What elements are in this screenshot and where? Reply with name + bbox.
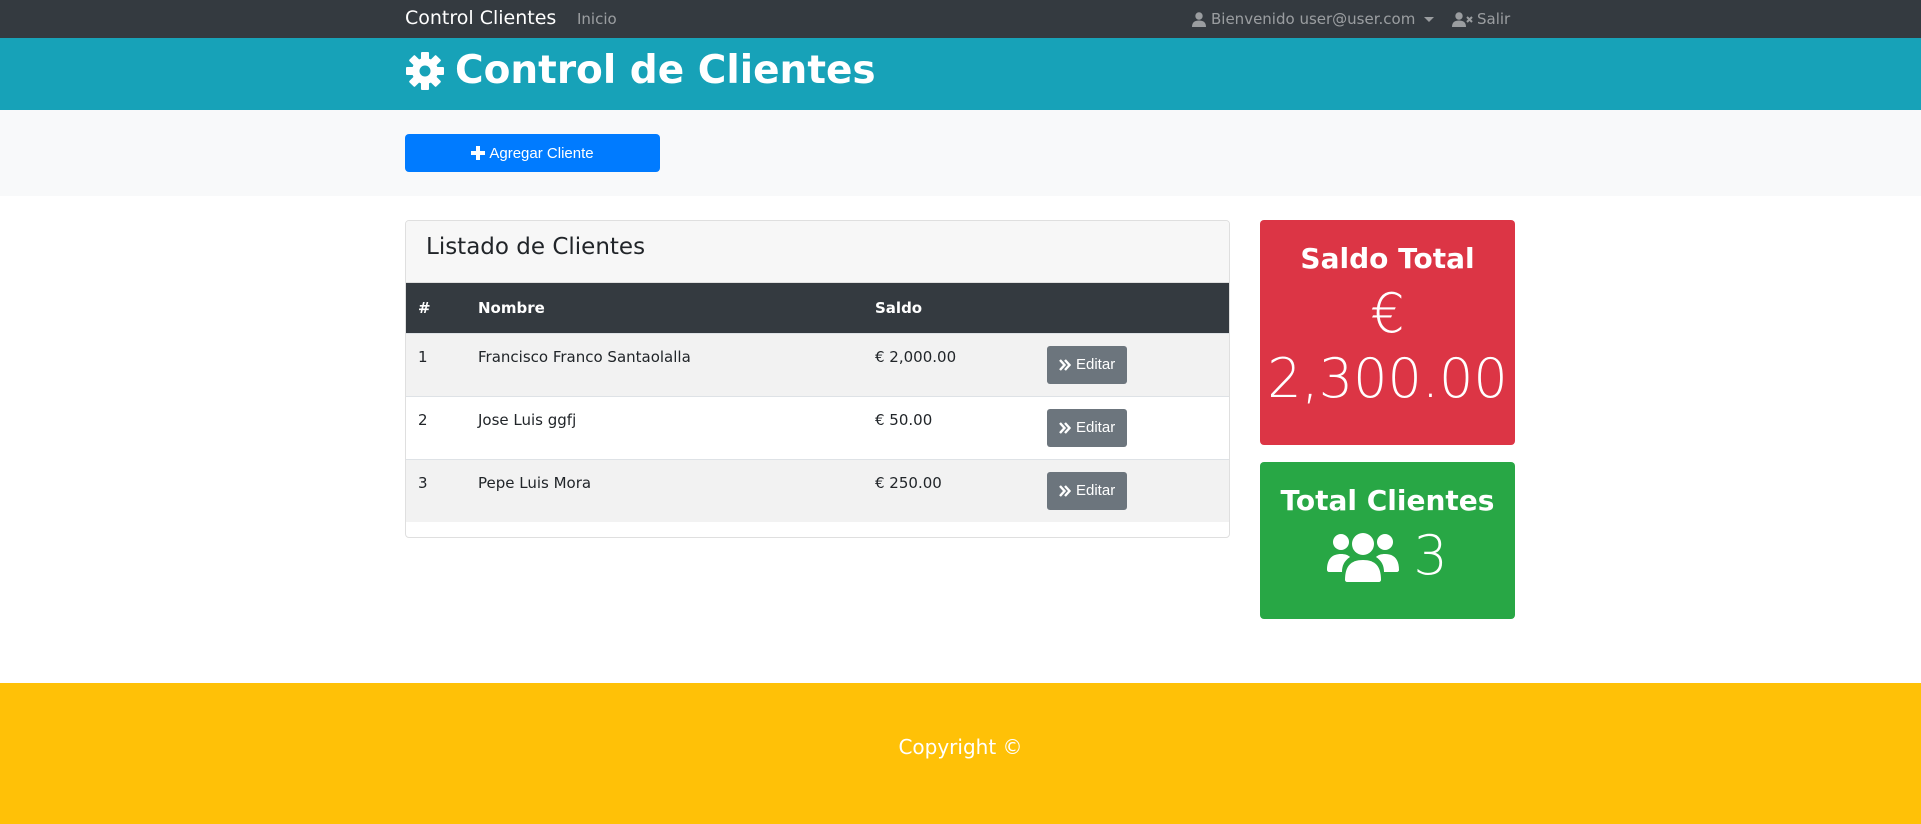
user-label: Bienvenido user@user.com [1211, 10, 1416, 28]
column-header-saldo: Saldo [875, 298, 923, 317]
cell-nombre: Jose Luis ggfj [478, 410, 577, 429]
saldo-total-card: Saldo Total € 2,300.00 [1260, 220, 1515, 445]
cell-nombre: Pepe Luis Mora [478, 473, 592, 492]
table-row: 2 Jose Luis ggfj € 50.00 Editar [406, 396, 1229, 459]
double-angle-right-icon [1059, 484, 1071, 497]
cell-actions: Editar [1035, 333, 1229, 396]
add-client-label: Agregar Cliente [489, 144, 594, 162]
plus-icon [471, 146, 486, 160]
cell-saldo: € 50.00 [875, 410, 933, 429]
navbar-brand[interactable]: Control Clientes [405, 7, 556, 29]
cell-number: 2 [418, 410, 428, 429]
column-header-actions [1035, 283, 1229, 333]
navbar: Control Clientes Inicio Bienvenido user@… [0, 0, 1921, 38]
column-header-number: # [418, 298, 431, 317]
user-times-icon [1452, 11, 1473, 27]
nav-link-inicio[interactable]: Inicio [577, 10, 617, 28]
page-header: Control de Clientes [0, 38, 1921, 110]
saldo-total-amount: 2,300.00 [1267, 347, 1508, 410]
total-clientes-value: 3 [1260, 523, 1515, 588]
footer-copyright: Copyright © [898, 735, 1023, 759]
table-header-row: # Nombre Saldo [406, 283, 1229, 333]
client-table: # Nombre Saldo 1 Francisco Franco Santao… [406, 283, 1229, 522]
page-title-text: Control de Clientes [455, 48, 876, 93]
edit-label: Editar [1076, 482, 1116, 499]
cell-actions: Editar [1035, 396, 1229, 459]
column-header-nombre: Nombre [478, 298, 545, 317]
client-list-title: Listado de Clientes [406, 221, 1229, 283]
footer: Copyright © [0, 683, 1921, 824]
edit-label: Editar [1076, 356, 1116, 373]
cell-number: 1 [418, 347, 428, 366]
chevron-down-icon [1424, 16, 1435, 22]
double-angle-right-icon [1059, 358, 1071, 371]
users-icon [1327, 532, 1400, 582]
total-clientes-card: Total Clientes 3 [1260, 462, 1515, 619]
cell-saldo: € 250.00 [875, 473, 942, 492]
user-dropdown[interactable]: Bienvenido user@user.com [1192, 10, 1435, 28]
cell-actions: Editar [1035, 459, 1229, 522]
total-clientes-title: Total Clientes [1280, 484, 1495, 517]
saldo-total-currency: € [1370, 282, 1405, 345]
cell-saldo: € 2,000.00 [875, 347, 957, 366]
table-row: 1 Francisco Franco Santaolalla € 2,000.0… [406, 333, 1229, 396]
edit-button[interactable]: Editar [1047, 471, 1128, 510]
logout-label: Salir [1477, 10, 1511, 28]
page-title: Control de Clientes [405, 48, 876, 93]
gear-icon [406, 51, 444, 90]
client-list-card: Listado de Clientes # Nombre Saldo 1 Fra… [405, 220, 1230, 538]
cell-nombre: Francisco Franco Santaolalla [478, 347, 691, 366]
edit-button[interactable]: Editar [1047, 408, 1128, 447]
total-clientes-count: 3 [1413, 524, 1448, 587]
double-angle-right-icon [1059, 421, 1071, 434]
add-client-button[interactable]: Agregar Cliente [405, 134, 660, 172]
edit-button[interactable]: Editar [1047, 345, 1128, 384]
user-icon [1192, 11, 1206, 27]
cell-number: 3 [418, 473, 428, 492]
edit-label: Editar [1076, 419, 1116, 436]
table-row: 3 Pepe Luis Mora € 250.00 Editar [406, 459, 1229, 522]
logout-link[interactable]: Salir [1452, 10, 1510, 28]
actions-bar: Agregar Cliente [0, 110, 1921, 196]
saldo-total-title: Saldo Total [1300, 242, 1475, 275]
